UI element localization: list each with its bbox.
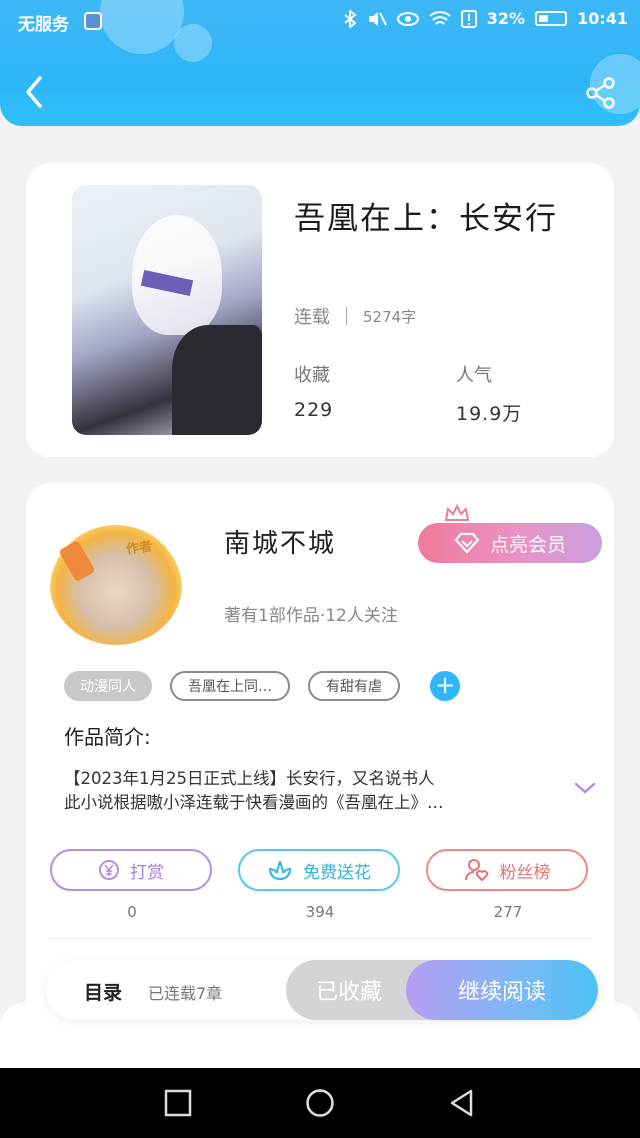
tag-item[interactable]: 有甜有虐	[308, 671, 400, 701]
send-flower-label: 免费送花	[303, 862, 371, 883]
user-heart-icon	[464, 859, 488, 882]
book-cover[interactable]	[72, 185, 262, 435]
fans-rank-button[interactable]: 粉丝榜	[426, 849, 588, 891]
popularity-label: 人气	[456, 365, 492, 386]
intro-line: 【2023年1月25日正式上线】长安行，又名说书人	[64, 769, 435, 788]
chevron-left-icon[interactable]	[20, 74, 50, 110]
top-header: 无服务 32% 10:41	[0, 0, 640, 126]
divider	[50, 938, 590, 939]
reward-label: 打赏	[130, 862, 164, 883]
clock: 10:41	[577, 9, 628, 28]
divider	[346, 307, 347, 325]
battery-icon	[535, 11, 568, 26]
battery-percent: 32%	[486, 9, 526, 28]
continue-reading-button[interactable]: 继续阅读	[406, 960, 598, 1020]
word-count: 5274字	[363, 307, 417, 326]
mute-icon	[368, 11, 387, 26]
recents-icon[interactable]	[163, 1088, 193, 1118]
serial-status: 连载	[294, 307, 330, 328]
collect-value: 229	[294, 399, 334, 421]
crown-icon	[444, 503, 470, 521]
author-meta: 著有1部作品·12人关注	[224, 606, 398, 626]
reading-bar: 目录 已连载7章 已收藏 继续阅读	[46, 960, 598, 1020]
tag-item[interactable]: 动漫同人	[64, 671, 152, 701]
continue-reading-label: 继续阅读	[457, 980, 546, 1005]
book-title: 吾凰在上：长安行	[294, 201, 558, 237]
status-icons: 32% 10:41	[343, 9, 628, 28]
chapter-count[interactable]: 已连载7章	[148, 980, 222, 1004]
intro-text: 【2023年1月25日正式上线】长安行，又名说书人 此小说根据嗷小泽连载于快看漫…	[64, 767, 554, 815]
send-flower-button[interactable]: 免费送花	[238, 849, 400, 891]
bluetooth-icon	[344, 9, 357, 28]
system-nav-bar	[0, 1068, 640, 1138]
yen-coin-icon	[99, 860, 119, 880]
intro-label: 作品简介:	[64, 725, 151, 749]
wifi-icon	[429, 10, 451, 25]
diamond-icon	[454, 532, 480, 554]
popularity-value: 19.9万	[456, 403, 523, 425]
intro-line: 此小说根据嗷小泽连载于快看漫画的《吾凰在上》…	[64, 793, 444, 812]
home-icon[interactable]	[305, 1088, 335, 1118]
back-triangle-icon[interactable]	[447, 1088, 477, 1118]
share-icon[interactable]	[584, 76, 618, 110]
chevron-down-icon[interactable]	[574, 781, 596, 795]
carrier-text: 无服务	[18, 15, 69, 35]
tag-item[interactable]: 吾凰在上同…	[170, 671, 290, 701]
cover-art	[172, 325, 262, 435]
vip-button[interactable]: 点亮会员	[418, 523, 602, 563]
fans-rank-label: 粉丝榜	[499, 862, 551, 883]
shield-icon	[84, 12, 102, 30]
toc-button[interactable]: 目录	[84, 978, 122, 1005]
book-info-card: 吾凰在上：长安行 连载 5274字 收藏 229 人气 19.9万	[26, 163, 614, 457]
reward-count: 0	[127, 903, 137, 921]
add-tag-button[interactable]: +	[430, 671, 460, 701]
collect-label: 收藏	[294, 365, 330, 386]
reward-button[interactable]: 打赏	[50, 849, 212, 891]
author-name[interactable]: 南城不城	[224, 523, 336, 560]
fans-count: 277	[493, 903, 523, 921]
flower-count: 394	[305, 903, 335, 921]
status-bar: 无服务 32% 10:41	[0, 0, 640, 44]
vip-button-label: 点亮会员	[489, 533, 566, 556]
collected-label: 已收藏	[316, 980, 383, 1005]
tag-list: 动漫同人 吾凰在上同… 有甜有虐 +	[64, 671, 460, 701]
book-status-row: 连载 5274字	[294, 303, 416, 329]
alert-icon	[460, 9, 477, 28]
eye-icon	[396, 11, 419, 26]
flower-icon	[268, 860, 292, 881]
author-badge: 作者	[125, 539, 154, 558]
action-row: 打赏 免费送花 粉丝榜	[50, 849, 588, 891]
